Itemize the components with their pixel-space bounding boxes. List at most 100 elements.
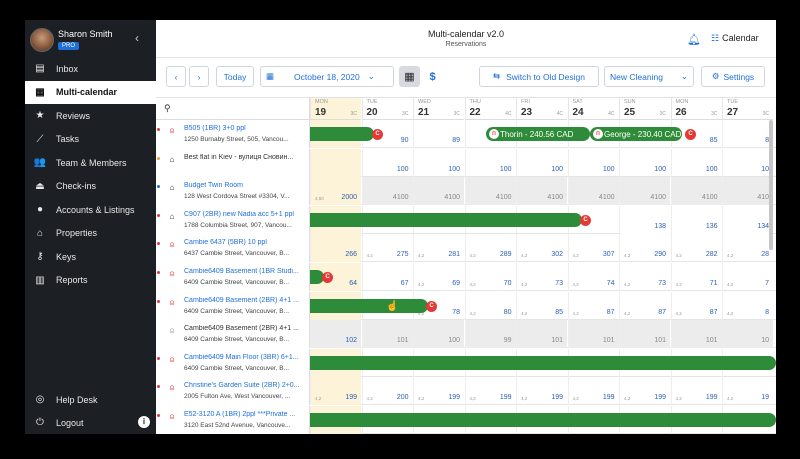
listing-cell[interactable]: ⍝ E52-3120 A (1BR) 2ppl ***Private ... 312…: [156, 406, 310, 434]
avatar[interactable]: [30, 28, 54, 52]
calendar-cell[interactable]: 199 4,2: [670, 377, 722, 406]
nav-item-multi-calendar[interactable]: ▦ Multi-calendar: [25, 80, 156, 104]
nav-item-keys[interactable]: ⚷ Keys: [25, 245, 156, 268]
listing-cell[interactable]: ⍝ Christine's Garden Suite (2BR) 2+0... 20…: [156, 377, 310, 406]
calendar-cell[interactable]: 19 4,2: [722, 377, 773, 406]
booking-bar[interactable]: [310, 355, 776, 370]
nav-item-logout[interactable]: ⏻ Logout: [25, 411, 156, 434]
calendar-cell[interactable]: 290 4,2: [619, 234, 670, 263]
calendar-cell[interactable]: 100: [619, 148, 670, 177]
listing-cell[interactable]: ⍝ Cambie6409 Basement (2BR) 4+1 ... 6409 C…: [156, 291, 310, 320]
listing-name[interactable]: C907 (2BR) new Nadia acc 5+1 ppl: [184, 211, 308, 218]
calendar-cell[interactable]: [310, 148, 361, 177]
nav-item-team-members[interactable]: 👥 Team & Members: [25, 151, 156, 174]
calendar-cell[interactable]: 2000 4,50: [310, 177, 361, 206]
calendar-cell[interactable]: 136: [670, 205, 722, 234]
calendar-cell[interactable]: 4100: [619, 177, 670, 206]
calendar-cell[interactable]: 74 4,2: [567, 263, 619, 291]
calendar-cell[interactable]: 266: [310, 234, 361, 263]
calendar-cell[interactable]: 275 4,2: [361, 234, 413, 263]
calendar-cell[interactable]: 85 4,2: [516, 291, 567, 320]
user-profile[interactable]: Sharon Smith PRO ‹: [25, 20, 156, 60]
vertical-scrollbar[interactable]: [769, 120, 773, 250]
listing-name[interactable]: B505 (1BR) 3+0 ppl: [184, 125, 308, 132]
calendar-mode-button[interactable]: ▦: [399, 66, 420, 87]
calendar-cell[interactable]: 101: [619, 320, 670, 349]
calendar-cell[interactable]: 101: [567, 320, 619, 349]
calendar-cell[interactable]: 10: [722, 148, 773, 177]
listing-cell[interactable]: ⌂ Best flat in Kiev - вулиця Сновин...: [156, 148, 310, 177]
calendar-cell[interactable]: 73 4,2: [516, 263, 567, 291]
booking-bar[interactable]: [310, 413, 776, 427]
calendar-cell[interactable]: 4100: [464, 177, 516, 206]
calendar-cell[interactable]: 282 4,2: [670, 234, 722, 263]
calendar-cell[interactable]: 199 4,2: [413, 377, 464, 406]
calendar-cell[interactable]: 100: [567, 148, 619, 177]
calendar-cell[interactable]: 99: [464, 320, 516, 349]
calendar-cell[interactable]: 70 4,2: [464, 263, 516, 291]
booking-bar[interactable]: [310, 127, 374, 141]
booking-bar[interactable]: [310, 298, 428, 313]
calendar-cell[interactable]: 200 4,2: [361, 377, 413, 406]
listing-name[interactable]: Cambie6409 Basement (2BR) 4+1 ...: [184, 297, 308, 304]
listing-name[interactable]: E52-3120 A (1BR) 2ppl ***Private ...: [184, 411, 308, 418]
calendar-cell[interactable]: 100: [413, 148, 464, 177]
settings-button[interactable]: ⚙ Settings: [701, 66, 765, 87]
calendar-cell[interactable]: 281 4,2: [413, 234, 464, 263]
calendar-cell[interactable]: 199 4,2: [567, 377, 619, 406]
listing-name[interactable]: Cambie6409 Basement (2BR) 4+1 ...: [184, 325, 308, 332]
booking-bar[interactable]: [310, 212, 582, 227]
calendar-cell[interactable]: 80 4,2: [464, 291, 516, 320]
new-cleaning-button[interactable]: New Cleaning ⌄: [604, 66, 694, 87]
booking-bar[interactable]: Thorin - 240.56 CAD: [486, 127, 590, 141]
listing-cell[interactable]: ⍝ Cambie6409 Basement (2BR) 4+1 ... 6409 C…: [156, 320, 310, 349]
calendar-cell[interactable]: 8: [722, 120, 773, 148]
listing-name[interactable]: Cambie 6437 (5BR) 10 ppl: [184, 239, 308, 246]
listing-name[interactable]: Cambie6409 Basement (1BR Studi...: [184, 268, 308, 275]
nav-item-check-ins[interactable]: ⏏ Check-ins: [25, 175, 156, 198]
calendar-cell[interactable]: 87 4,2: [567, 291, 619, 320]
calendar-cell[interactable]: 289 4,2: [464, 234, 516, 263]
calendar-cell[interactable]: 67: [361, 263, 413, 291]
calendar-cell[interactable]: 69 4,2: [413, 263, 464, 291]
listing-name[interactable]: Best flat in Kiev - вулиця Сновин...: [184, 154, 308, 161]
info-icon[interactable]: i: [138, 416, 150, 428]
notification-bell-icon[interactable]: 🔔︎: [687, 33, 701, 46]
calendar-cell[interactable]: 302 4,2: [516, 234, 567, 263]
pricing-mode-button[interactable]: $: [422, 66, 443, 87]
calendar-cell[interactable]: 100: [464, 148, 516, 177]
listing-cell[interactable]: ⍝ Cambie 6437 (5BR) 10 ppl 6437 Cambie Str…: [156, 234, 310, 263]
booking-bar[interactable]: George - 230.40 CAD: [590, 127, 682, 141]
listing-cell[interactable]: ⍝ Cambie6409 Main Floor (3BR) 6+1... 6409 …: [156, 348, 310, 377]
listing-cell[interactable]: ⌂ C907 (2BR) new Nadia acc 5+1 ppl 1788 Co…: [156, 205, 310, 234]
listing-name[interactable]: Christine's Garden Suite (2BR) 2+0...: [184, 382, 308, 389]
calendar-cell[interactable]: 307 4,2: [567, 234, 619, 263]
calendar-cell[interactable]: 134: [722, 205, 773, 234]
calendar-cell[interactable]: 7 4,2: [722, 263, 773, 291]
calendar-cell[interactable]: 87 4,2: [670, 291, 722, 320]
listing-name[interactable]: Cambie6409 Main Floor (3BR) 6+1...: [184, 354, 308, 361]
calendar-cell[interactable]: 28 4,2: [722, 234, 773, 263]
next-button[interactable]: ›: [189, 66, 209, 87]
calendar-cell[interactable]: 101: [670, 320, 722, 349]
nav-item-inbox[interactable]: ▤ Inbox: [25, 57, 156, 80]
calendar-cell[interactable]: 87 4,2: [619, 291, 670, 320]
nav-item-reviews[interactable]: ★ Reviews: [25, 104, 156, 127]
calendar-cell[interactable]: 4100: [670, 177, 722, 206]
calendar-cell[interactable]: 102: [310, 320, 361, 349]
calendar-cell[interactable]: 100: [516, 148, 567, 177]
calendar-cell[interactable]: 100: [413, 320, 464, 349]
listing-name[interactable]: Budget Twin Room: [184, 182, 308, 189]
calendar-cell[interactable]: 199 4,2: [619, 377, 670, 406]
switch-old-design-button[interactable]: ⇆ Switch to Old Design: [479, 66, 599, 87]
calendar-cell[interactable]: 73 4,2: [619, 263, 670, 291]
calendar-view-button[interactable]: ☷ Calendar: [711, 33, 759, 44]
date-picker[interactable]: ▦ October 18, 2020 ⌄: [260, 66, 394, 87]
calendar-cell[interactable]: 4100: [567, 177, 619, 206]
calendar-cell[interactable]: 4100: [413, 177, 464, 206]
calendar-cell[interactable]: 4100: [516, 177, 567, 206]
calendar-cell[interactable]: 199 4,2: [464, 377, 516, 406]
calendar-cell[interactable]: 100: [361, 148, 413, 177]
today-button[interactable]: Today: [216, 66, 254, 87]
calendar-cell[interactable]: 138: [619, 205, 670, 234]
